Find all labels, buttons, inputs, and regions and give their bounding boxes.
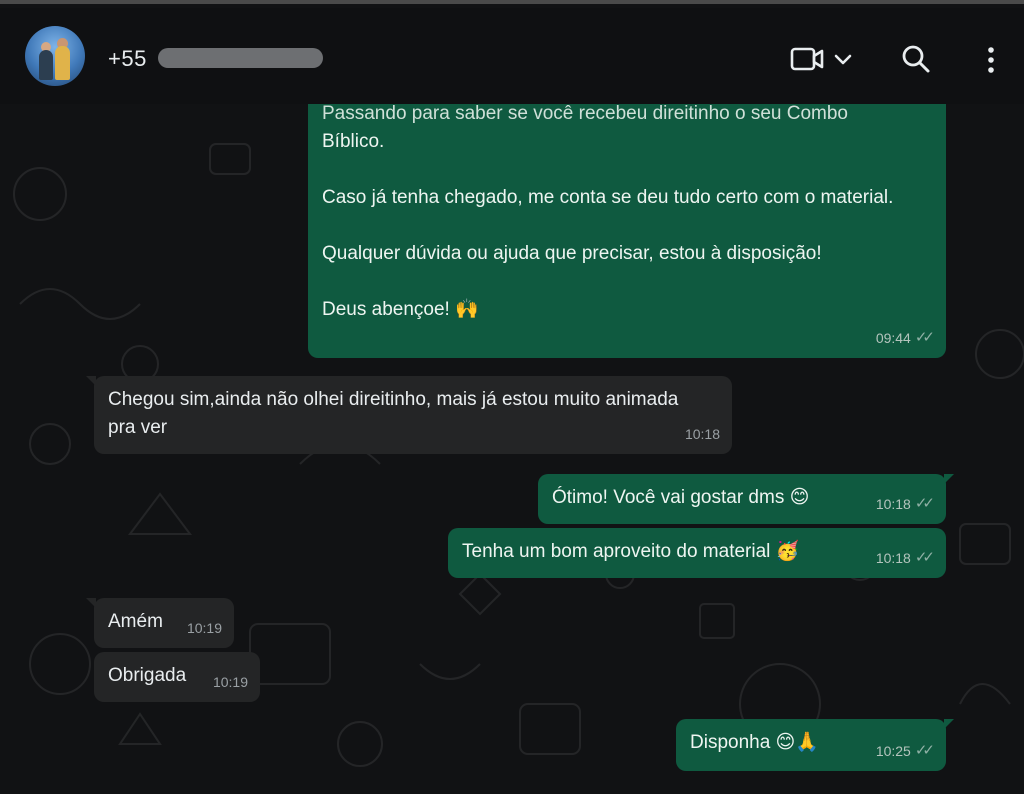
double-check-icon: ✓✓ bbox=[914, 742, 935, 759]
message-bubble-incoming[interactable]: Chegou sim,ainda não olhei direitinho, m… bbox=[86, 376, 732, 454]
message-bubble-incoming[interactable]: Amém 10:19 bbox=[86, 598, 234, 648]
video-call-button[interactable] bbox=[790, 42, 852, 78]
message-time: 10:19 bbox=[186, 620, 222, 636]
message-text: Passando para saber se você recebeu dire… bbox=[322, 104, 848, 124]
message-text: Bíblico. bbox=[322, 131, 385, 152]
more-menu-button[interactable] bbox=[976, 42, 1006, 78]
message-meta: 10:18 ✓✓ bbox=[875, 490, 935, 518]
message-text: Deus abençoe! 🙌 bbox=[322, 299, 479, 320]
message-bubble-outgoing[interactable]: Ótimo! Você vai gostar dms 😊 10:18 ✓✓ bbox=[538, 474, 954, 524]
avatar-figure bbox=[39, 50, 53, 80]
double-check-icon: ✓✓ bbox=[914, 549, 935, 566]
message-time: 10:18 bbox=[875, 496, 911, 512]
message-time: 10:18 bbox=[875, 550, 911, 566]
chevron-down-icon bbox=[834, 54, 852, 65]
search-button[interactable] bbox=[898, 42, 934, 78]
message-bubble-outgoing[interactable]: Passando para saber se você recebeu dire… bbox=[308, 104, 946, 358]
video-call-icon bbox=[790, 47, 852, 71]
message-meta: 10:19 bbox=[187, 614, 222, 642]
contact-avatar[interactable] bbox=[25, 26, 85, 86]
message-bubble-outgoing[interactable]: Tenha um bom aproveito do material 🥳 10:… bbox=[448, 528, 946, 578]
message-meta: 10:18 ✓✓ bbox=[875, 544, 935, 572]
message-time: 10:18 bbox=[684, 426, 720, 442]
message-meta: 10:25 ✓✓ bbox=[875, 737, 935, 765]
message-time: 10:19 bbox=[212, 674, 248, 690]
search-icon bbox=[902, 45, 930, 73]
message-time: 10:25 bbox=[875, 743, 911, 759]
message-meta: 09:44 ✓✓ bbox=[875, 324, 935, 352]
double-check-icon: ✓✓ bbox=[914, 329, 935, 346]
more-menu-icon bbox=[988, 47, 994, 73]
message-text: Qualquer dúvida ou ajuda que precisar, e… bbox=[322, 243, 822, 264]
message-bubble-incoming[interactable]: Obrigada 10:19 bbox=[94, 652, 260, 702]
message-text: Tenha um bom aproveito do material 🥳 bbox=[462, 541, 800, 562]
message-meta: 10:18 bbox=[685, 420, 720, 448]
redacted-phone-number bbox=[158, 48, 323, 68]
message-text: Chegou sim,ainda não olhei direitinho, m… bbox=[108, 389, 679, 438]
double-check-icon: ✓✓ bbox=[914, 495, 935, 512]
message-meta: 10:19 bbox=[213, 668, 248, 696]
message-time: 09:44 bbox=[875, 330, 911, 346]
app-window: +55 Passando para saber se você recebeu … bbox=[0, 0, 1024, 794]
message-text: Caso já tenha chegado, me conta se deu t… bbox=[322, 187, 894, 208]
avatar-figure bbox=[55, 46, 70, 80]
message-bubble-outgoing[interactable]: Disponha 😊🙏 10:25 ✓✓ bbox=[676, 719, 954, 771]
contact-phone-prefix[interactable]: +55 bbox=[108, 46, 147, 72]
chat-header: +55 bbox=[0, 8, 1024, 104]
message-list[interactable]: Passando para saber se você recebeu dire… bbox=[0, 104, 1024, 794]
